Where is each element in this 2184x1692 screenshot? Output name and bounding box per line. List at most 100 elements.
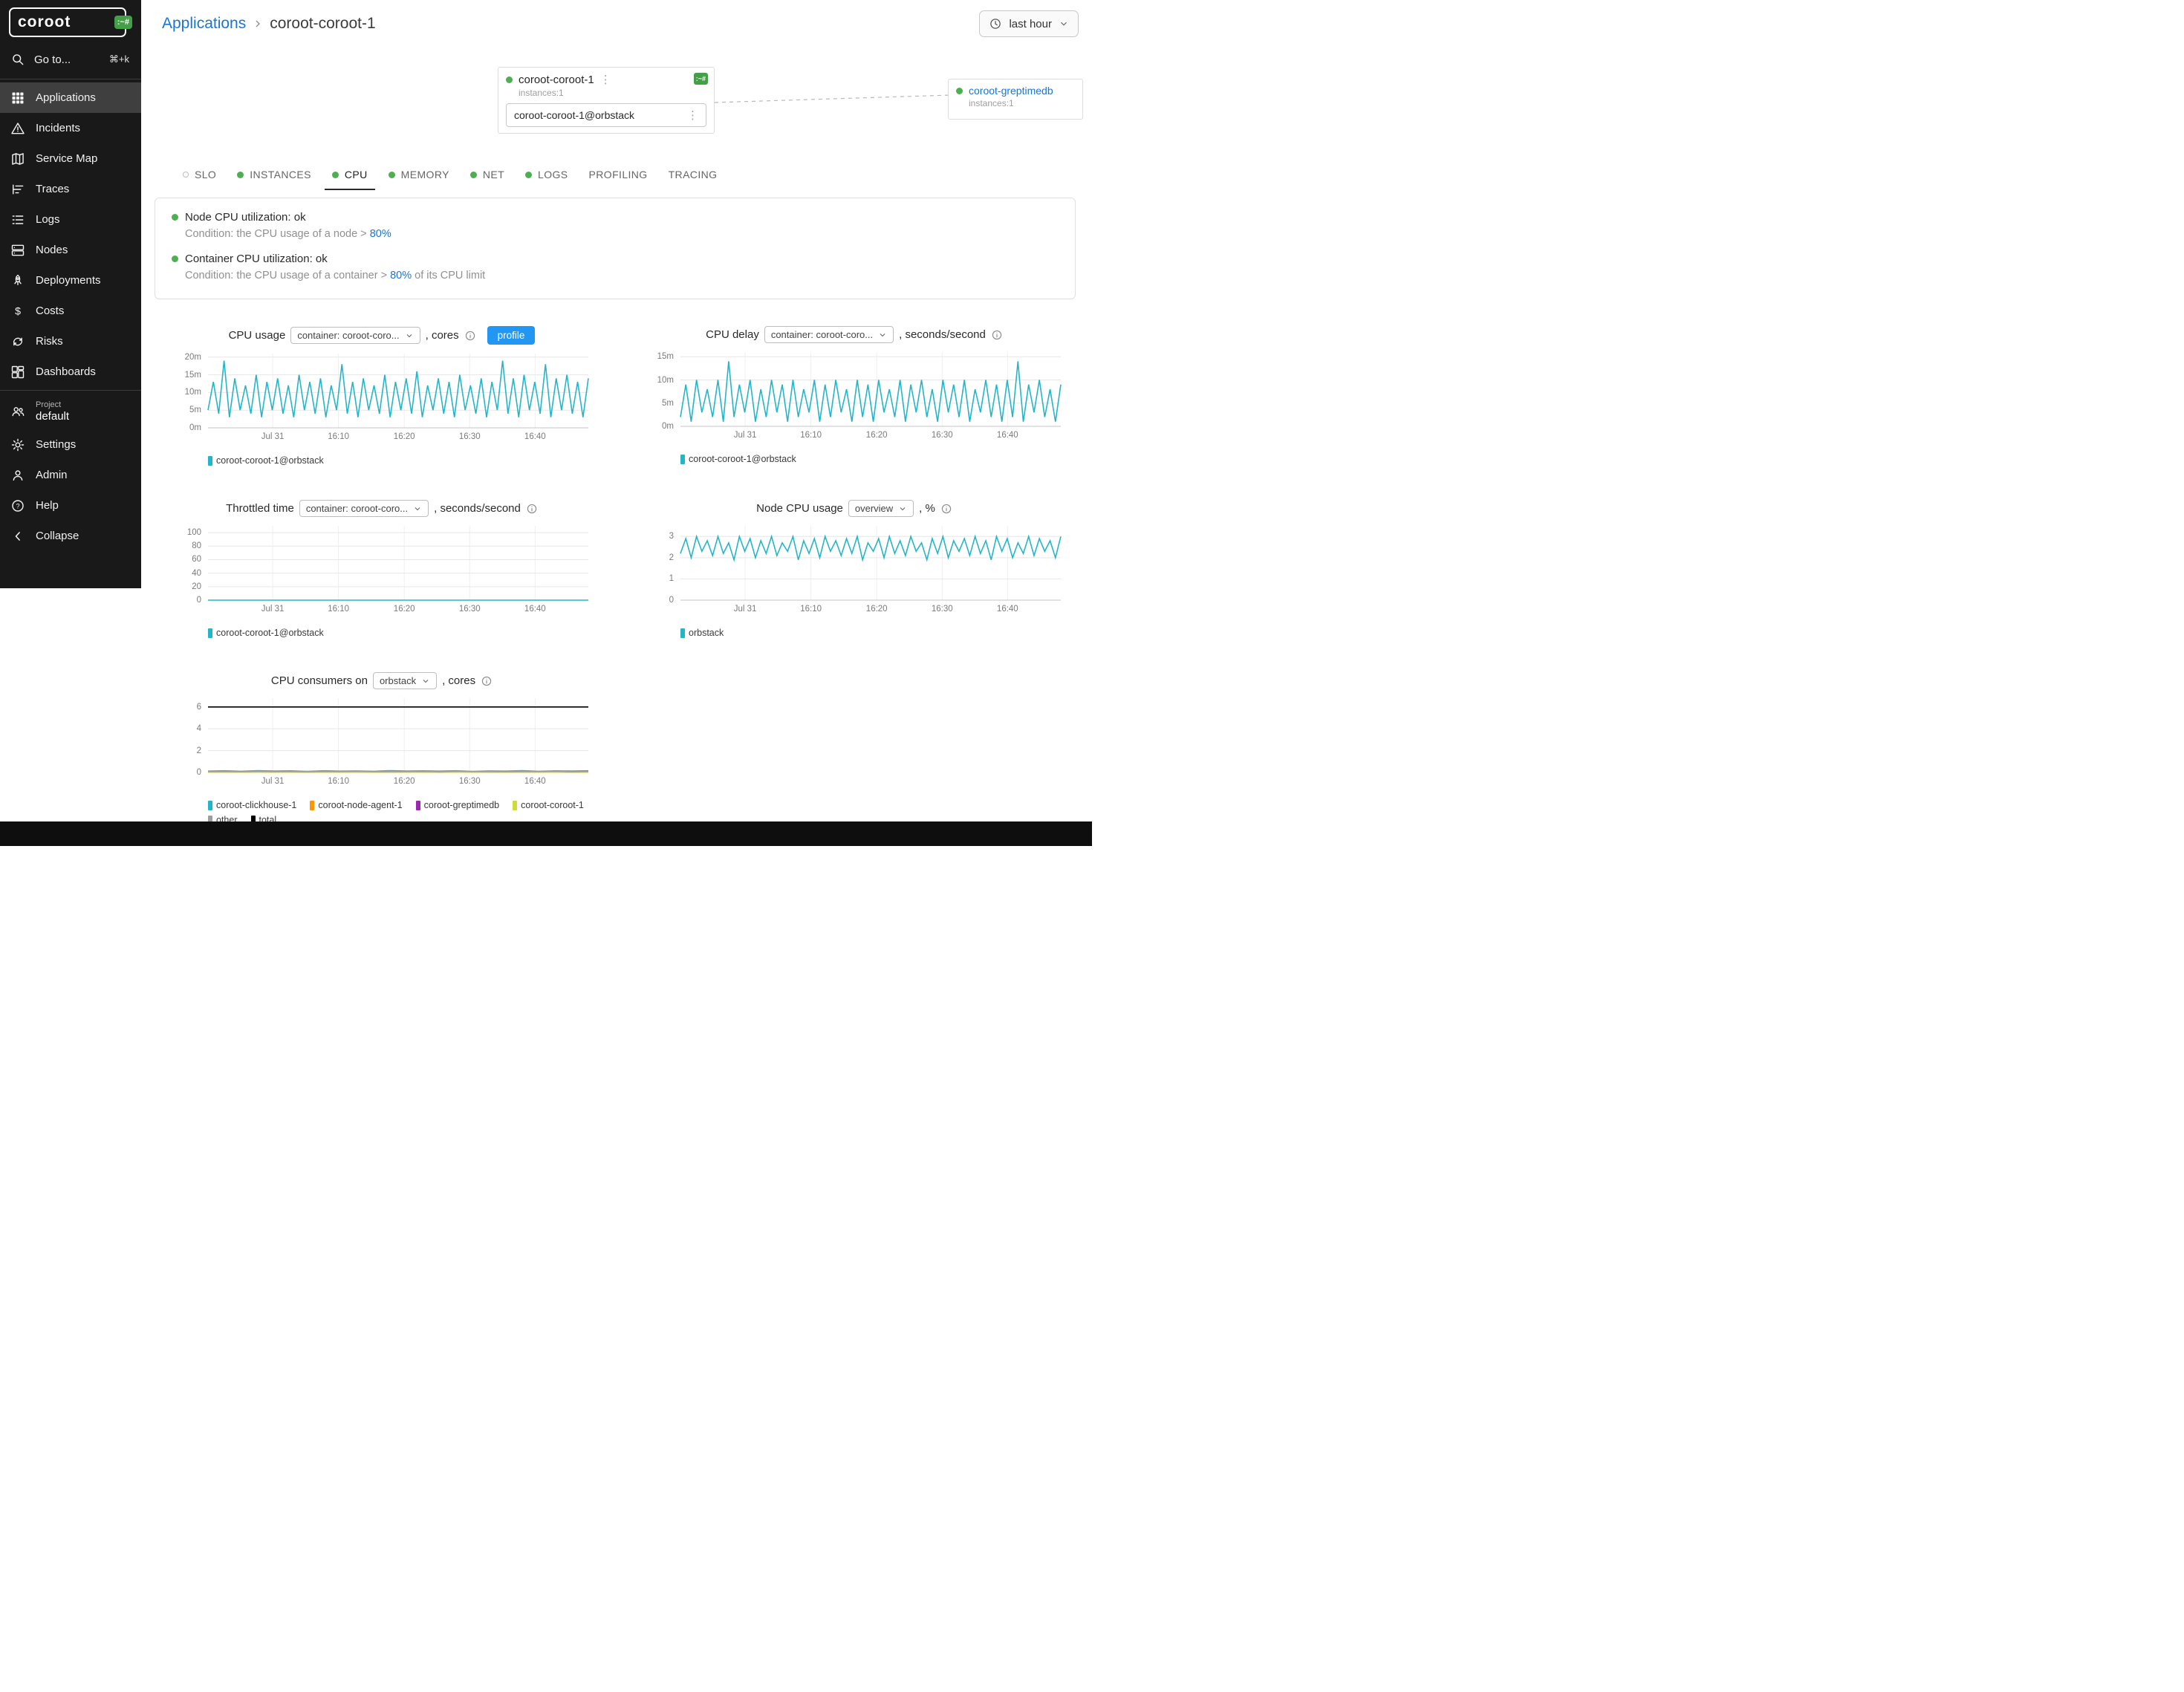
- legend-item[interactable]: coroot-coroot-1@orbstack: [208, 628, 324, 638]
- sidebar-item-nodes[interactable]: Nodes: [0, 235, 141, 265]
- tab-label: TRACING: [669, 169, 718, 180]
- sidebar-item-applications[interactable]: Applications: [0, 82, 141, 113]
- chart-cpu-consumers: CPU consumers on orbstack , cores 0246 J…: [175, 672, 588, 825]
- dependency-card[interactable]: coroot-greptimedb instances:1: [948, 79, 1083, 120]
- chart-scope-select[interactable]: overview: [848, 500, 914, 517]
- y-tick-label: 80: [192, 541, 201, 550]
- y-tick-label: 100: [187, 528, 201, 537]
- time-range-selector[interactable]: last hour: [979, 10, 1079, 37]
- tab-label: MEMORY: [401, 169, 449, 180]
- kebab-icon[interactable]: ⋮: [687, 110, 698, 121]
- chart-scope-select[interactable]: container: coroot-coro...: [764, 326, 894, 343]
- service-map-preview: coroot-coroot-1 ⋮ :~# instances:1 coroot…: [141, 48, 1092, 157]
- info-icon[interactable]: [464, 330, 476, 342]
- sidebar-item-deployments[interactable]: Deployments: [0, 265, 141, 296]
- y-tick-label: 0: [197, 596, 201, 605]
- info-icon[interactable]: [991, 329, 1003, 341]
- coroot-logo[interactable]: coroot :~#: [9, 7, 126, 37]
- legend-item[interactable]: coroot-greptimedb: [416, 800, 499, 810]
- y-tick-label: 0: [669, 596, 674, 605]
- sidebar-item-service-map[interactable]: Service Map: [0, 143, 141, 174]
- chart-plot[interactable]: [208, 698, 588, 772]
- goto-label: Go to...: [34, 53, 71, 66]
- legend-label: coroot-clickhouse-1: [216, 800, 296, 810]
- sidebar-divider: [0, 390, 141, 391]
- chart-legend: coroot-coroot-1@orbstack: [208, 455, 588, 466]
- y-tick-label: 20m: [185, 353, 201, 362]
- legend-item[interactable]: orbstack: [680, 628, 724, 638]
- chart-plot[interactable]: [208, 526, 588, 600]
- kebab-icon[interactable]: ⋮: [600, 74, 611, 85]
- y-tick-label: 0: [197, 768, 201, 777]
- sidebar-item-label: Logs: [36, 213, 60, 226]
- legend-swatch: [310, 801, 314, 810]
- sidebar-item-help[interactable]: ? Help: [0, 490, 141, 521]
- chart-title: CPU consumers on orbstack , cores: [175, 672, 588, 689]
- legend-label: coroot-coroot-1: [521, 800, 584, 810]
- chart-scope-select[interactable]: orbstack: [373, 672, 437, 689]
- sidebar-item-traces[interactable]: Traces: [0, 174, 141, 204]
- tab-slo[interactable]: SLO: [172, 159, 227, 190]
- sidebar-item-risks[interactable]: Risks: [0, 326, 141, 357]
- x-tick-label: 16:40: [524, 605, 546, 614]
- chart-cpu-usage: CPU usage container: coroot-coro... , co…: [175, 326, 588, 466]
- sidebar-item-dashboards[interactable]: Dashboards: [0, 357, 141, 387]
- dependency-name-link[interactable]: coroot-greptimedb: [969, 85, 1053, 97]
- legend-item[interactable]: coroot-coroot-1: [513, 800, 584, 810]
- app-card[interactable]: coroot-coroot-1 ⋮ :~# instances:1 coroot…: [498, 67, 715, 134]
- sidebar-collapse-button[interactable]: Collapse: [0, 521, 141, 551]
- status-dot: [172, 256, 178, 262]
- chart-title: CPU usage container: coroot-coro... , co…: [175, 326, 588, 345]
- instance-name: coroot-coroot-1@orbstack: [514, 109, 634, 121]
- x-tick-label: 16:20: [394, 777, 415, 786]
- info-icon[interactable]: [526, 503, 538, 515]
- legend-item[interactable]: coroot-coroot-1@orbstack: [680, 454, 796, 464]
- sidebar-item-logs[interactable]: Logs: [0, 204, 141, 235]
- chart-scope-select[interactable]: container: coroot-coro...: [299, 500, 429, 517]
- instance-box[interactable]: coroot-coroot-1@orbstack ⋮: [506, 103, 706, 127]
- chevron-down-icon: [898, 504, 907, 513]
- sidebar-item-costs[interactable]: $ Costs: [0, 296, 141, 326]
- gear-icon: [10, 437, 25, 452]
- sidebar-item-settings[interactable]: Settings: [0, 429, 141, 460]
- dollar-icon: $: [10, 304, 25, 319]
- tab-profiling[interactable]: PROFILING: [579, 159, 658, 190]
- tab-cpu[interactable]: CPU: [322, 159, 378, 190]
- x-tick-label: 16:40: [997, 605, 1018, 614]
- chart-plot[interactable]: [680, 352, 1061, 426]
- chevron-down-icon: [413, 504, 422, 513]
- chart-scope-select[interactable]: container: coroot-coro...: [290, 327, 420, 344]
- tab-memory[interactable]: MEMORY: [378, 159, 460, 190]
- tab-net[interactable]: NET: [460, 159, 515, 190]
- legend-label: coroot-coroot-1@orbstack: [216, 455, 324, 466]
- y-tick-label: 60: [192, 555, 201, 564]
- info-icon[interactable]: [481, 675, 493, 687]
- legend-item[interactable]: coroot-node-agent-1: [310, 800, 402, 810]
- tab-tracing[interactable]: TRACING: [658, 159, 728, 190]
- tab-label: LOGS: [538, 169, 568, 180]
- goto-search[interactable]: Go to... ⌘+k: [0, 43, 141, 76]
- breadcrumb-applications-link[interactable]: Applications: [162, 15, 246, 33]
- legend-item[interactable]: coroot-coroot-1@orbstack: [208, 455, 324, 466]
- tab-instances[interactable]: INSTANCES: [227, 159, 322, 190]
- x-tick-label: Jul 31: [261, 777, 285, 786]
- threshold-link[interactable]: 80%: [370, 228, 391, 240]
- legend-swatch: [208, 801, 212, 810]
- legend-item[interactable]: coroot-clickhouse-1: [208, 800, 296, 810]
- chart-plot[interactable]: [208, 354, 588, 428]
- info-icon[interactable]: [940, 503, 952, 515]
- threshold-link[interactable]: 80%: [390, 270, 412, 282]
- svg-text:$: $: [15, 305, 21, 317]
- chart-title-text: CPU delay: [706, 328, 759, 341]
- sidebar-item-admin[interactable]: Admin: [0, 460, 141, 490]
- project-selector[interactable]: Project default: [0, 394, 141, 429]
- chart-plot[interactable]: [680, 526, 1061, 600]
- refresh-icon: [10, 334, 25, 349]
- tab-logs[interactable]: LOGS: [515, 159, 579, 190]
- x-tick-label: 16:30: [932, 431, 953, 440]
- chart-unit: , cores: [442, 674, 475, 687]
- logs-icon: [10, 212, 25, 227]
- profile-button[interactable]: profile: [487, 326, 536, 345]
- sidebar-item-incidents[interactable]: Incidents: [0, 113, 141, 143]
- status-dot: [172, 214, 178, 221]
